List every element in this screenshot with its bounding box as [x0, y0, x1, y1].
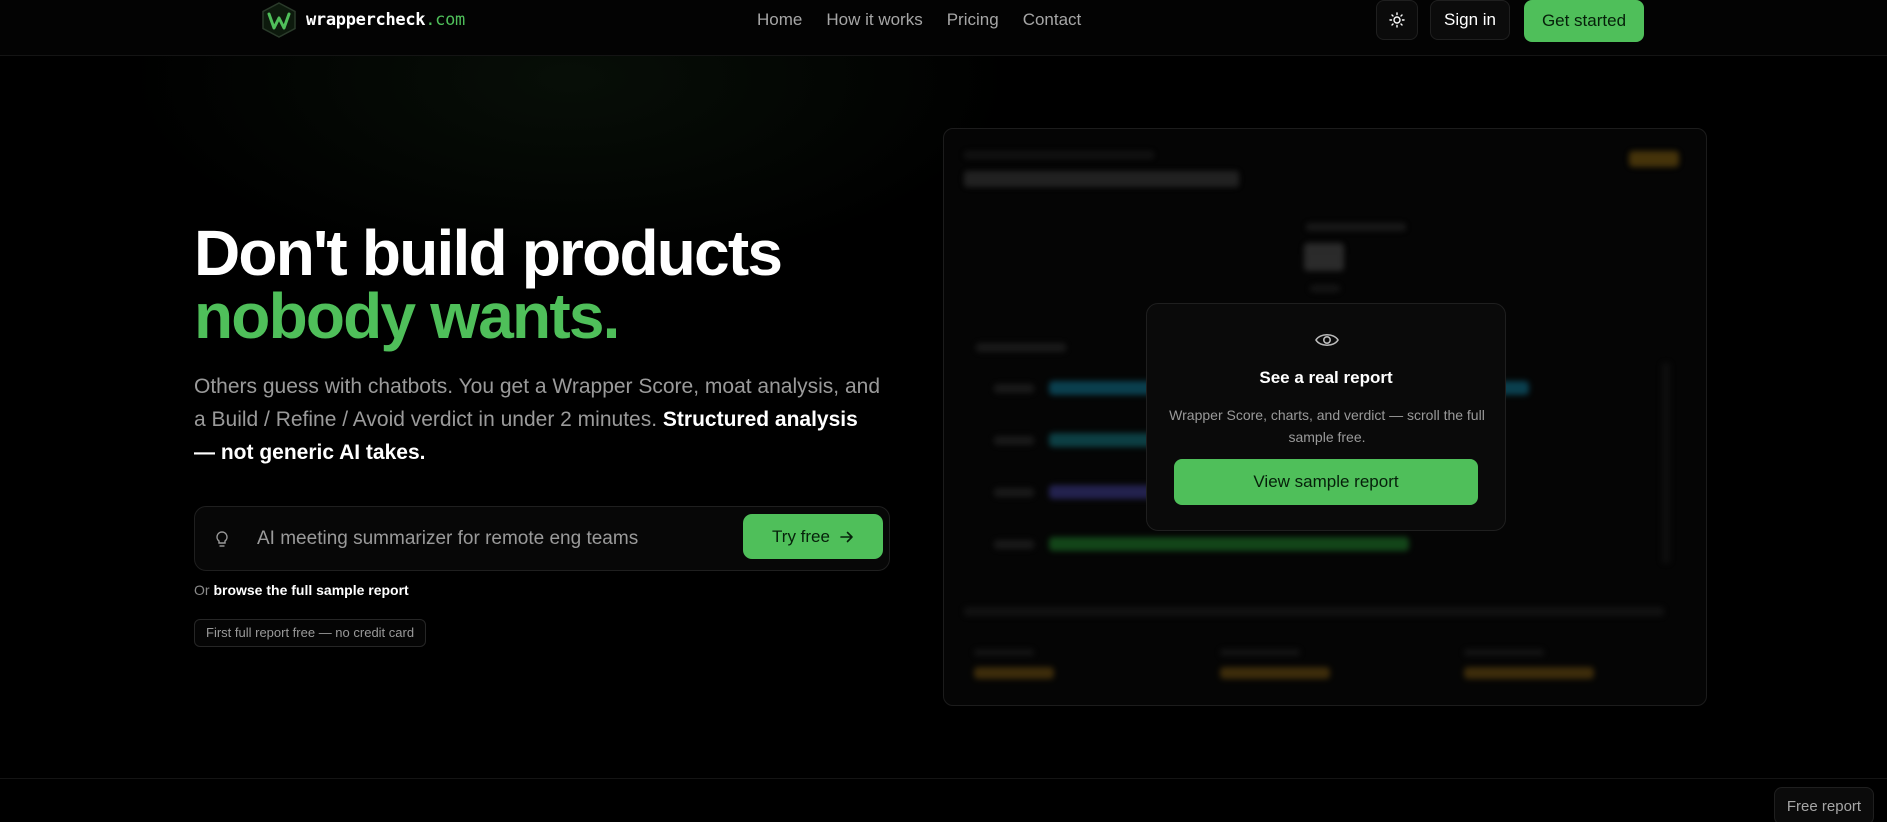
- main-nav: Home How it works Pricing Contact: [757, 10, 1081, 30]
- logo-mark-icon: [262, 2, 296, 38]
- browse-line: Or browse the full sample report: [194, 582, 409, 598]
- get-started-button[interactable]: Get started: [1524, 0, 1644, 42]
- nav-contact[interactable]: Contact: [1023, 10, 1082, 30]
- footer-divider: [0, 778, 1887, 779]
- hero-title-line1: Don't build products: [194, 217, 783, 289]
- lightbulb-icon: [216, 531, 228, 547]
- view-sample-report-button[interactable]: View sample report: [1174, 459, 1478, 505]
- hero-title-line2: nobody wants.: [194, 280, 620, 352]
- eye-icon: [1315, 333, 1339, 347]
- nav-home[interactable]: Home: [757, 10, 802, 30]
- idea-input[interactable]: [257, 523, 727, 555]
- nav-pricing[interactable]: Pricing: [947, 10, 999, 30]
- sun-icon: [1389, 12, 1405, 28]
- site-header: wrappercheck.com Home How it works Prici…: [0, 0, 1887, 56]
- logo-text: wrappercheck.com: [306, 10, 465, 30]
- idea-input-box: Try free: [194, 506, 890, 571]
- try-free-button[interactable]: Try free: [743, 514, 883, 559]
- logo[interactable]: wrappercheck.com: [260, 2, 465, 38]
- free-report-badge: First full report free — no credit card: [194, 619, 427, 647]
- sign-in-button[interactable]: Sign in: [1430, 0, 1510, 40]
- card-title: See a real report: [1259, 368, 1393, 387]
- free-report-button[interactable]: Free report: [1774, 787, 1874, 822]
- sample-report-card: See a real report Wrapper Score, charts,…: [1146, 303, 1506, 531]
- arrow-right-icon: [840, 531, 853, 542]
- theme-toggle-button[interactable]: [1376, 0, 1418, 40]
- hero-title: Don't build products nobody wants.: [194, 221, 783, 352]
- nav-how-it-works[interactable]: How it works: [826, 10, 922, 30]
- card-description: Wrapper Score, charts, and verdict — scr…: [1169, 407, 1485, 445]
- sample-report-preview: See a real report Wrapper Score, charts,…: [943, 128, 1707, 706]
- browse-sample-link[interactable]: browse the full sample report: [213, 582, 408, 598]
- hero-subtitle: Others guess with chatbots. You get a Wr…: [194, 375, 880, 464]
